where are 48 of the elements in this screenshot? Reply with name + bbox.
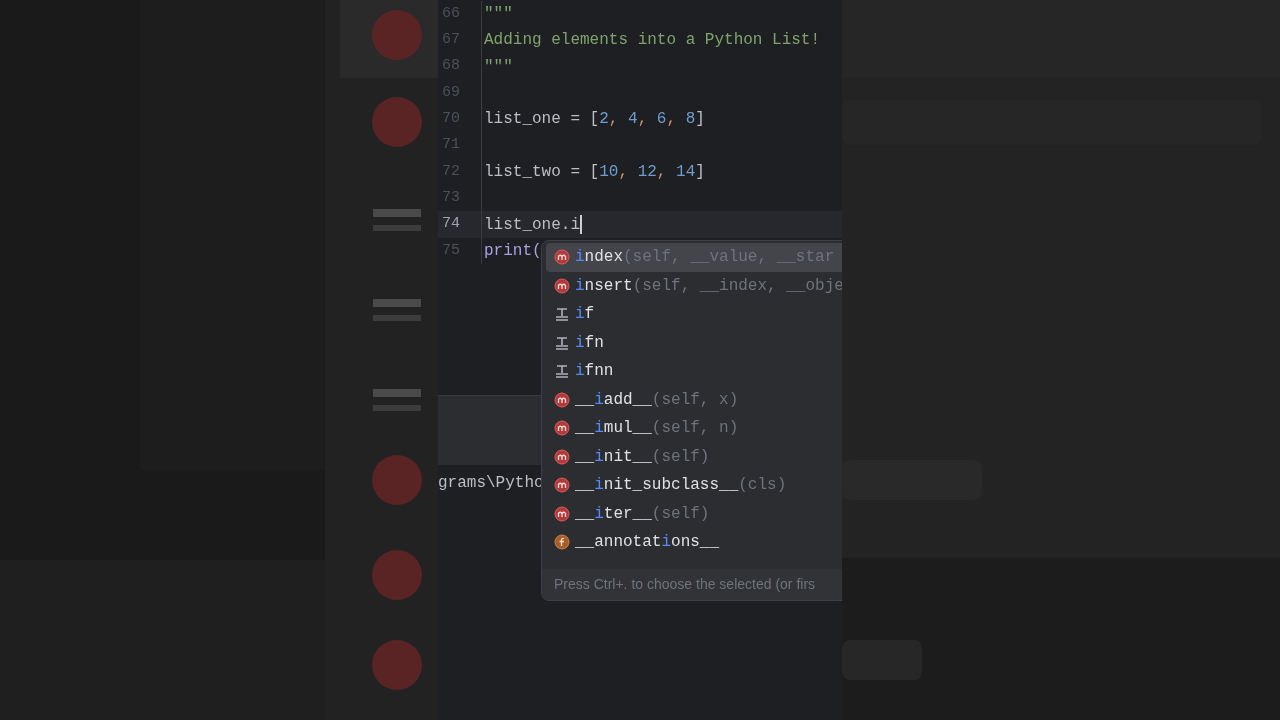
suggestion-text: __annotations__ bbox=[575, 532, 720, 554]
code-line: Adding elements into a Python List! bbox=[484, 30, 821, 52]
suggestion-text: __init__ bbox=[575, 446, 652, 468]
suggestion-text: __init_subclass__ bbox=[575, 475, 739, 497]
completion-item[interactable]: __iadd__(self, x) bbox=[546, 385, 842, 414]
completion-item[interactable]: ifnn bbox=[546, 357, 842, 386]
parameter-hint: (self) bbox=[651, 503, 710, 525]
parameter-hint: (self, n) bbox=[651, 418, 739, 440]
completion-item[interactable]: insert(self, __index, __obje bbox=[546, 271, 842, 300]
completion-item[interactable]: __init__(self) bbox=[546, 442, 842, 471]
code-line: """ bbox=[484, 4, 513, 26]
method-icon bbox=[554, 448, 570, 465]
line-number: 74 bbox=[442, 214, 460, 235]
code-line: list_two = [10, 12, 14] bbox=[484, 161, 705, 183]
console-text: grams\Pytho bbox=[438, 474, 544, 492]
field-icon bbox=[554, 534, 570, 551]
code-line: list_one = [2, 4, 6, 8] bbox=[484, 109, 705, 131]
method-icon bbox=[554, 505, 570, 522]
code-line: """ bbox=[484, 56, 513, 78]
suggestion-text: insert bbox=[575, 275, 633, 297]
parameter-hint: (self) bbox=[651, 446, 710, 468]
parameter-hint: (cls) bbox=[738, 475, 787, 497]
method-icon bbox=[554, 249, 570, 266]
method-icon bbox=[554, 277, 570, 294]
template-icon bbox=[554, 334, 570, 351]
suggestion-text: __iadd__ bbox=[575, 389, 652, 411]
template-icon bbox=[554, 306, 570, 323]
completion-item[interactable]: ifn bbox=[546, 328, 842, 357]
completion-item[interactable]: if bbox=[546, 300, 842, 329]
suggestion-text: ifnn bbox=[575, 361, 614, 383]
parameter-hint: (self, __index, __obje bbox=[632, 275, 842, 297]
completion-item[interactable]: __init_subclass__(cls) bbox=[546, 471, 842, 500]
suggestion-text: __iter__ bbox=[575, 503, 652, 525]
suggestion-text: ifn bbox=[575, 332, 604, 354]
completion-item[interactable]: __annotations__ bbox=[546, 528, 842, 557]
method-icon bbox=[554, 420, 570, 437]
method-icon bbox=[554, 391, 570, 408]
method-icon bbox=[554, 477, 570, 494]
suggestion-text: index bbox=[575, 247, 623, 269]
suggestion-text: if bbox=[575, 304, 595, 326]
completion-item[interactable]: __iter__(self) bbox=[546, 499, 842, 528]
parameter-hint: (self, x) bbox=[651, 389, 739, 411]
template-icon bbox=[554, 363, 570, 380]
suggestion-text: __imul__ bbox=[575, 418, 652, 440]
completion-item[interactable]: __imul__(self, n) bbox=[546, 414, 842, 443]
popup-hint: Press Ctrl+. to choose the selected (or firs bbox=[542, 569, 842, 600]
code-line: list_one.i bbox=[484, 214, 580, 236]
code-line: print( bbox=[484, 240, 542, 262]
